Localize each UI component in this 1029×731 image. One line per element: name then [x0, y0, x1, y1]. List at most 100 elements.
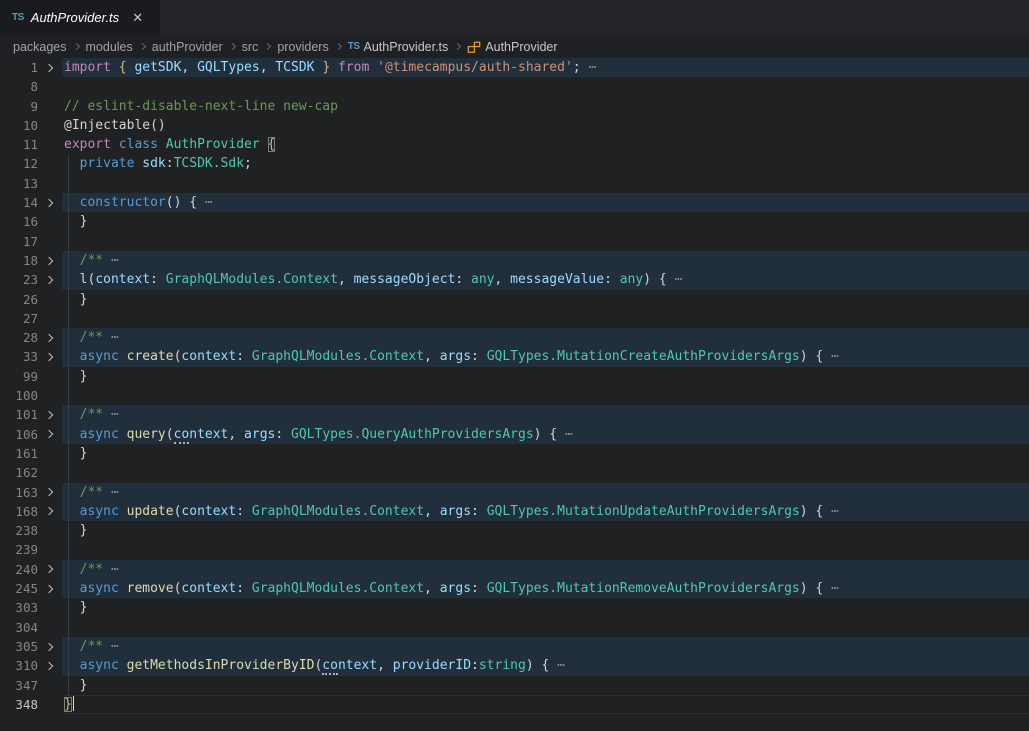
code-line[interactable]: 99 } — [0, 367, 1029, 386]
ts-file-icon: TS — [12, 12, 24, 23]
fold-column — [38, 77, 62, 96]
fold-chevron-icon[interactable] — [45, 642, 53, 650]
code-line[interactable]: 101 /** ⋯ — [0, 405, 1029, 424]
fold-chevron-icon[interactable] — [45, 507, 53, 515]
close-icon[interactable]: ✕ — [132, 10, 143, 26]
breadcrumb-item-authprovider[interactable]: authProvider — [152, 40, 223, 54]
code-line[interactable]: 163 /** ⋯ — [0, 483, 1029, 502]
fold-chevron-icon[interactable] — [45, 662, 53, 670]
code-line[interactable]: 161 } — [0, 444, 1029, 463]
code-line[interactable]: 348} — [0, 695, 1029, 714]
line-number: 17 — [0, 232, 38, 251]
fold-chevron-icon[interactable] — [45, 488, 53, 496]
editor-gutter: 27 — [0, 309, 62, 328]
code-line[interactable]: 310 async getMethodsInProviderByID(conte… — [0, 656, 1029, 675]
fold-chevron-icon[interactable] — [45, 198, 53, 206]
code-token: : — [604, 272, 620, 287]
code-line[interactable]: 17 — [0, 232, 1029, 251]
fold-column — [38, 232, 62, 251]
code-line[interactable]: 245 async remove(context: GraphQLModules… — [0, 579, 1029, 598]
code-line[interactable]: 106 async query(context, args: GQLTypes.… — [0, 425, 1029, 444]
code-token: constructor — [80, 195, 166, 210]
code-line-text: async update(context: GraphQLModules.Con… — [62, 502, 1029, 521]
code-token — [64, 504, 80, 519]
line-number: 1 — [0, 58, 38, 77]
breadcrumb-item-class[interactable]: AuthProvider — [467, 40, 557, 54]
code-line[interactable]: 162 — [0, 463, 1029, 482]
code-line[interactable]: 12 private sdk:TCSDK.Sdk; — [0, 154, 1029, 173]
code-token — [64, 427, 80, 442]
code-line[interactable]: 9// eslint-disable-next-line new-cap — [0, 97, 1029, 116]
fold-chevron-icon[interactable] — [45, 276, 53, 284]
code-line[interactable]: 18 /** ⋯ — [0, 251, 1029, 270]
code-line-text: export class AuthProvider { — [62, 135, 1029, 154]
code-line[interactable]: 305 /** ⋯ — [0, 637, 1029, 656]
code-line-text: } — [62, 676, 1029, 695]
editor-gutter: 18 — [0, 251, 62, 270]
code-line[interactable]: 347 } — [0, 676, 1029, 695]
code-line[interactable]: 10@Injectable() — [0, 116, 1029, 135]
code-token: } — [64, 446, 87, 461]
code-line[interactable]: 27 — [0, 309, 1029, 328]
code-token — [119, 581, 127, 596]
code-line[interactable]: 239 — [0, 540, 1029, 559]
code-line[interactable]: 168 async update(context: GraphQLModules… — [0, 502, 1029, 521]
code-line[interactable]: 238 } — [0, 521, 1029, 540]
fold-column — [38, 386, 62, 405]
code-line[interactable]: 240 /** ⋯ — [0, 560, 1029, 579]
fold-chevron-icon[interactable] — [45, 411, 53, 419]
breadcrumb-item-providers[interactable]: providers — [277, 40, 328, 54]
code-token: ⋯ — [588, 60, 596, 75]
code-line[interactable]: 1import { getSDK, GQLTypes, TCSDK } from… — [0, 58, 1029, 77]
code-token: async — [80, 504, 119, 519]
fold-column — [38, 463, 62, 482]
breadcrumb-class-label: AuthProvider — [485, 40, 557, 54]
tab-title: AuthProvider.ts — [31, 10, 119, 25]
code-token: : — [150, 272, 166, 287]
fold-column — [38, 154, 62, 173]
code-token: args — [440, 349, 471, 364]
breadcrumb-item-packages[interactable]: packages — [13, 40, 67, 54]
fold-column — [38, 656, 62, 675]
code-token: AuthProvider — [166, 137, 260, 152]
code-line[interactable]: 16 } — [0, 212, 1029, 231]
fold-chevron-icon[interactable] — [45, 334, 53, 342]
fold-chevron-icon[interactable] — [45, 256, 53, 264]
fold-chevron-icon[interactable] — [45, 565, 53, 573]
code-line[interactable]: 14 constructor() { ⋯ — [0, 193, 1029, 212]
line-number: 106 — [0, 425, 38, 444]
code-line[interactable]: 23 l(context: GraphQLModules.Context, me… — [0, 270, 1029, 289]
fold-chevron-icon[interactable] — [45, 63, 53, 71]
code-token — [64, 581, 80, 596]
code-line[interactable]: 28 /** ⋯ — [0, 328, 1029, 347]
editor-gutter: 240 — [0, 560, 62, 579]
code-token: update — [127, 504, 174, 519]
code-editor[interactable]: 1import { getSDK, GQLTypes, TCSDK } from… — [0, 58, 1029, 714]
fold-chevron-icon[interactable] — [45, 584, 53, 592]
code-line[interactable]: 13 — [0, 174, 1029, 193]
fold-column — [38, 251, 62, 270]
fold-chevron-icon[interactable] — [45, 353, 53, 361]
code-token — [557, 427, 565, 442]
code-token: GQLTypes.MutationCreateAuthProvidersArgs — [487, 349, 800, 364]
breadcrumb-item-modules[interactable]: modules — [86, 40, 133, 54]
code-token: , — [260, 60, 276, 75]
line-number: 27 — [0, 309, 38, 328]
code-line[interactable]: 303 } — [0, 598, 1029, 617]
code-line[interactable]: 26 } — [0, 290, 1029, 309]
code-token: ntext — [338, 658, 377, 673]
code-line[interactable]: 11export class AuthProvider { — [0, 135, 1029, 154]
code-token: : — [471, 349, 487, 364]
code-line[interactable]: 100 — [0, 386, 1029, 405]
breadcrumb-item-file[interactable]: TS AuthProvider.ts — [348, 40, 449, 54]
code-token: GQLTypes — [197, 60, 260, 75]
code-line[interactable]: 33 async create(context: GraphQLModules.… — [0, 347, 1029, 366]
code-token — [103, 562, 111, 577]
fold-chevron-icon[interactable] — [45, 430, 53, 438]
editor-gutter: 13 — [0, 174, 62, 193]
code-line[interactable]: 304 — [0, 618, 1029, 637]
code-line[interactable]: 8 — [0, 77, 1029, 96]
breadcrumb-item-src[interactable]: src — [242, 40, 259, 54]
tab-authprovider-ts[interactable]: TS AuthProvider.ts ✕ — [0, 0, 160, 35]
code-token — [64, 349, 80, 364]
